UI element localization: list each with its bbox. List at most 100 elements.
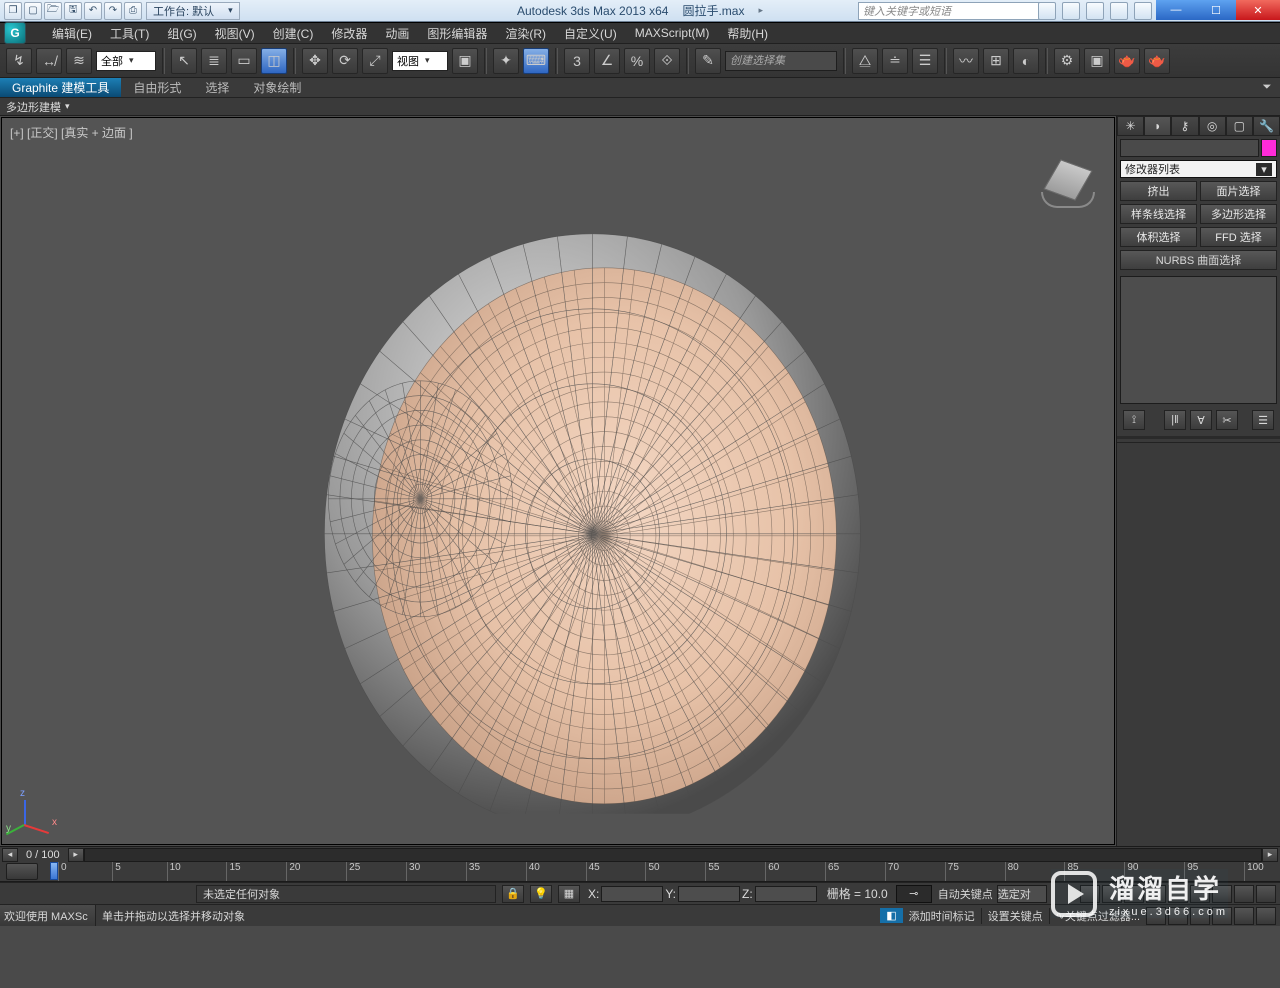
qat-undo-icon[interactable]: ↶ — [84, 2, 102, 20]
modifier-vol-select-button[interactable]: 体积选择 — [1120, 227, 1197, 247]
transform-type-in-icon[interactable]: ▦ — [558, 885, 580, 903]
tab-display-icon[interactable]: ▢ — [1226, 116, 1253, 136]
select-region-rect-icon[interactable]: ▭ — [231, 48, 257, 74]
time-slider-playhead[interactable] — [50, 862, 58, 880]
time-tag-marker[interactable]: ◧ — [880, 908, 902, 923]
modifier-poly-select-button[interactable]: 多边形选择 — [1200, 204, 1277, 224]
subscription-icon[interactable] — [1062, 2, 1080, 20]
select-link-icon[interactable]: ↯ — [6, 48, 32, 74]
scroll-left-icon[interactable]: ◂ — [2, 848, 18, 862]
snap-toggle-icon[interactable]: 3 — [564, 48, 590, 74]
qat-app-menu-icon[interactable]: ❐ — [4, 2, 22, 20]
tab-utilities-icon[interactable]: 🔧 — [1253, 116, 1280, 136]
rendered-frame-icon[interactable]: ▣ — [1084, 48, 1110, 74]
nav-zoom-extents-icon[interactable] — [1234, 885, 1254, 903]
angle-snap-icon[interactable]: ∠ — [594, 48, 620, 74]
app-logo-icon[interactable]: G — [4, 22, 26, 44]
help-icon[interactable] — [1134, 2, 1152, 20]
edit-named-sel-icon[interactable]: ✎ — [695, 48, 721, 74]
tab-modify-icon[interactable]: ◗ — [1144, 116, 1171, 136]
menu-animation[interactable]: 动画 — [385, 25, 409, 42]
maximize-button[interactable]: ☐ — [1196, 0, 1236, 20]
menu-modifiers[interactable]: 修改器 — [331, 25, 367, 42]
selection-filter-combo[interactable]: 全部▾ — [96, 51, 156, 71]
minimize-button[interactable]: — — [1156, 0, 1196, 20]
modifier-mesh-select-button[interactable]: 面片选择 — [1200, 181, 1277, 201]
object-color-swatch[interactable] — [1261, 139, 1277, 157]
search-icon[interactable] — [1038, 2, 1056, 20]
select-move-icon[interactable]: ✥ — [302, 48, 328, 74]
select-scale-icon[interactable]: ⤢ — [362, 48, 388, 74]
show-end-result-icon[interactable]: |‖ — [1164, 410, 1186, 430]
key-target-combo[interactable]: 选定对 — [997, 885, 1047, 903]
menu-customize[interactable]: 自定义(U) — [564, 25, 617, 42]
time-config-icon[interactable] — [6, 863, 38, 880]
help-search-input[interactable]: 键入关键字或短语 — [858, 2, 1042, 20]
add-time-tag-button[interactable]: 添加时间标记 — [903, 908, 981, 924]
modifier-nurbs-select-button[interactable]: NURBS 曲面选择 — [1120, 250, 1277, 270]
remove-modifier-icon[interactable]: ✂ — [1216, 410, 1238, 430]
ribbon-panel-label[interactable]: 多边形建模 — [6, 99, 61, 115]
select-rotate-icon[interactable]: ⟳ — [332, 48, 358, 74]
ribbon-tab-graphite[interactable]: Graphite 建模工具 — [0, 78, 121, 97]
ribbon-tab-object-paint[interactable]: 对象绘制 — [241, 78, 313, 97]
menu-rendering[interactable]: 渲染(R) — [505, 25, 546, 42]
select-by-name-icon[interactable]: ≣ — [201, 48, 227, 74]
ribbon-tab-selection[interactable]: 选择 — [193, 78, 241, 97]
menu-tools[interactable]: 工具(T) — [110, 25, 149, 42]
bind-space-warp-icon[interactable]: ≋ — [66, 48, 92, 74]
curve-editor-icon[interactable]: 〰 — [953, 48, 979, 74]
spinner-snap-icon[interactable]: ⟐ — [654, 48, 680, 74]
render-iterative-icon[interactable]: 🫖 — [1144, 48, 1170, 74]
nav-fov-icon[interactable] — [1256, 885, 1276, 903]
scroll-right-end-icon[interactable]: ▸ — [1262, 848, 1278, 862]
favorites-icon[interactable] — [1110, 2, 1128, 20]
viewcube[interactable] — [1040, 152, 1096, 208]
object-name-input[interactable] — [1120, 139, 1259, 157]
isolate-selection-icon[interactable]: 💡 — [530, 885, 552, 903]
menu-maxscript[interactable]: MAXScript(M) — [635, 26, 710, 40]
menu-group[interactable]: 组(G) — [167, 25, 196, 42]
qat-redo-icon[interactable]: ↷ — [104, 2, 122, 20]
viewport[interactable]: [+] [正交] [真实 + 边面 ] z x y — [1, 117, 1115, 845]
selection-lock-icon[interactable]: 🔒 — [502, 885, 524, 903]
y-input[interactable] — [678, 886, 740, 902]
close-button[interactable]: ✕ — [1236, 0, 1280, 20]
layer-manager-icon[interactable]: ☰ — [912, 48, 938, 74]
material-editor-icon[interactable]: ◐ — [1013, 48, 1039, 74]
x-input[interactable] — [601, 886, 663, 902]
align-icon[interactable]: ≐ — [882, 48, 908, 74]
qat-new-icon[interactable]: ▢ — [24, 2, 42, 20]
select-manipulate-icon[interactable]: ✦ — [493, 48, 519, 74]
tab-create-icon[interactable]: ✳ — [1117, 116, 1144, 136]
menu-edit[interactable]: 编辑(E) — [52, 25, 92, 42]
menu-help[interactable]: 帮助(H) — [727, 25, 768, 42]
nav-max-toggle-icon[interactable] — [1256, 907, 1276, 925]
scroll-right-icon[interactable]: ▸ — [68, 848, 84, 862]
render-setup-icon[interactable]: ⚙ — [1054, 48, 1080, 74]
configure-sets-icon[interactable]: ☰ — [1252, 410, 1274, 430]
qat-save-icon[interactable]: 🖫 — [64, 2, 82, 20]
unlink-icon[interactable]: ↮ — [36, 48, 62, 74]
qat-open-icon[interactable]: 🗁 — [44, 2, 62, 20]
percent-snap-icon[interactable]: % — [624, 48, 650, 74]
ribbon-collapse-icon[interactable]: ⏷ — [1254, 78, 1280, 97]
make-unique-icon[interactable]: ∀ — [1190, 410, 1212, 430]
menu-graph-editors[interactable]: 图形编辑器 — [427, 25, 487, 42]
modifier-spline-select-button[interactable]: 样条线选择 — [1120, 204, 1197, 224]
menu-create[interactable]: 创建(C) — [273, 25, 314, 42]
z-input[interactable] — [755, 886, 817, 902]
modifier-list-combo[interactable]: 修改器列表▾ — [1120, 160, 1277, 178]
use-pivot-center-icon[interactable]: ▣ — [452, 48, 478, 74]
tab-motion-icon[interactable]: ◎ — [1199, 116, 1226, 136]
set-key-button[interactable]: 设置关键点 — [981, 908, 1050, 924]
workspace-selector[interactable]: 工作台: 默认 ▾ — [146, 2, 240, 20]
pin-stack-icon[interactable]: ⟟ — [1123, 410, 1145, 430]
auto-key-button[interactable]: 自动关键点 — [938, 886, 993, 902]
ribbon-tab-freeform[interactable]: 自由形式 — [121, 78, 193, 97]
set-key-icon[interactable]: ⊸ — [896, 885, 932, 903]
window-crossing-toggle[interactable]: ◫ — [261, 48, 287, 74]
exchange-icon[interactable] — [1086, 2, 1104, 20]
ref-coord-combo[interactable]: 视图▾ — [392, 51, 448, 71]
select-object-icon[interactable]: ↖ — [171, 48, 197, 74]
